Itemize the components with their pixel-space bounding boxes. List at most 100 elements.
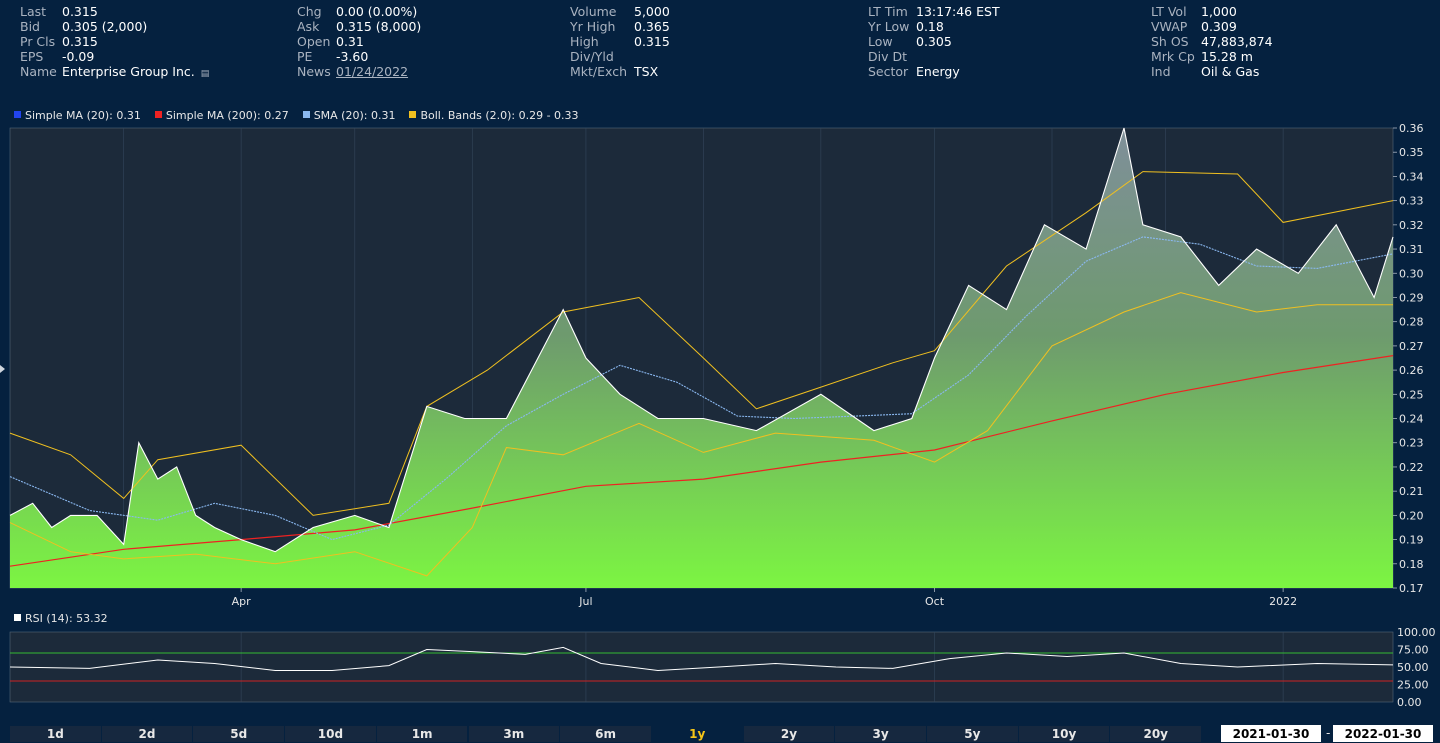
quote-column: Chg 0.00 (0.00%) Ask 0.315 (8,000) Open 0.31 P… bbox=[297, 4, 421, 79]
quote-field-value: 0.315 bbox=[62, 4, 98, 19]
range-button-6m[interactable]: 6m bbox=[560, 726, 652, 742]
range-button-10d[interactable]: 10d bbox=[285, 726, 377, 742]
quote-field-value: 47,883,874 bbox=[1201, 34, 1273, 49]
quote-field: Low 0.305 bbox=[868, 34, 1000, 49]
quote-field-label: Open bbox=[297, 34, 331, 49]
quote-field-label: LT Tim bbox=[868, 4, 908, 19]
quote-field-value: 0.31 bbox=[336, 34, 364, 49]
rsi-legend-swatch bbox=[14, 614, 21, 621]
legend-swatch bbox=[302, 111, 310, 118]
quote-field-value: TSX bbox=[634, 64, 659, 79]
legend-swatch bbox=[154, 111, 162, 118]
x-tick-label: Apr bbox=[232, 595, 252, 608]
y-tick-label: 0.18 bbox=[1399, 558, 1424, 571]
quote-field-value: 0.315 bbox=[634, 34, 670, 49]
date-range-separator: - bbox=[1326, 726, 1331, 740]
quote-field: Open 0.31 bbox=[297, 34, 421, 49]
price-chart[interactable]: 0.36 0.35 0.34 0.33 0.32 0.31 0.30 0.29 0.28 0.27… bbox=[0, 118, 1440, 608]
quote-field-value: -0.09 bbox=[62, 49, 95, 64]
quote-field-label: Volume bbox=[570, 4, 617, 19]
quote-field-value: 0.18 bbox=[916, 19, 944, 34]
y-tick-label: 0.34 bbox=[1399, 170, 1424, 183]
quote-column: Volume 5,000 Yr High 0.365 High 0.315 Div/Yld M… bbox=[570, 4, 670, 79]
end-date-input[interactable]: 2022-01-30 bbox=[1333, 725, 1433, 742]
quote-field: Pr Cls 0.315 bbox=[20, 34, 209, 49]
quote-field: Name Enterprise Group Inc. ▤ bbox=[20, 64, 209, 79]
y-tick-label: 0.27 bbox=[1399, 340, 1424, 353]
y-tick-label: 0.28 bbox=[1399, 316, 1424, 329]
y-tick-label: 0.35 bbox=[1399, 146, 1424, 159]
quote-field: Bid 0.305 (2,000) bbox=[20, 19, 209, 34]
rsi-y-tick-label: 100.00 bbox=[1397, 626, 1436, 639]
quote-field: PE -3.60 bbox=[297, 49, 421, 64]
quote-field: Yr Low 0.18 bbox=[868, 19, 1000, 34]
rsi-y-tick-label: 75.00 bbox=[1397, 644, 1429, 657]
quote-field: Chg 0.00 (0.00%) bbox=[297, 4, 421, 19]
y-tick-label: 0.33 bbox=[1399, 195, 1424, 208]
quote-field-label: Mkt/Exch bbox=[570, 64, 628, 79]
quote-field: Sh OS 47,883,874 bbox=[1151, 34, 1273, 49]
y-tick-label: 0.19 bbox=[1399, 534, 1424, 547]
rsi-y-tick-label: 0.00 bbox=[1397, 696, 1422, 709]
quote-field-label: Last bbox=[20, 4, 47, 19]
range-button-1m[interactable]: 1m bbox=[376, 726, 469, 742]
range-button-2y[interactable]: 2y bbox=[743, 726, 836, 742]
y-tick-label: 0.26 bbox=[1399, 364, 1424, 377]
quote-column: LT Vol 1,000 VWAP 0.309 Sh OS 47,883,874 Mrk C… bbox=[1151, 4, 1273, 79]
quote-field-value: Oil & Gas bbox=[1201, 64, 1260, 79]
y-tick-label: 0.23 bbox=[1399, 437, 1424, 450]
quote-field-value: Energy bbox=[916, 64, 960, 79]
y-tick-label: 0.31 bbox=[1399, 243, 1424, 256]
quote-field-value: 0.315 (8,000) bbox=[336, 19, 422, 34]
quote-field-label: VWAP bbox=[1151, 19, 1188, 34]
y-tick-label: 0.24 bbox=[1399, 413, 1424, 426]
x-tick-label: Oct bbox=[925, 595, 945, 608]
range-button-5y[interactable]: 5y bbox=[927, 726, 1019, 742]
quote-field: Ask 0.315 (8,000) bbox=[297, 19, 421, 34]
rsi-chart[interactable]: 100.00 75.00 50.00 25.00 0.00 bbox=[0, 624, 1440, 724]
quote-field-value: 13:17:46 EST bbox=[916, 4, 1000, 19]
quote-field-label: Name bbox=[20, 64, 57, 79]
quote-field-label: Low bbox=[868, 34, 893, 49]
news-link[interactable]: 01/24/2022 bbox=[336, 64, 408, 79]
quote-field-label: PE bbox=[297, 49, 313, 64]
quote-field: High 0.315 bbox=[570, 34, 670, 49]
y-tick-label: 0.30 bbox=[1399, 267, 1424, 280]
range-button-1d[interactable]: 1d bbox=[10, 726, 102, 742]
quote-field-label: Pr Cls bbox=[20, 34, 56, 49]
quote-field: Volume 5,000 bbox=[570, 4, 670, 19]
quote-field: Last 0.315 bbox=[20, 4, 209, 19]
quote-field-label: Ask bbox=[297, 19, 320, 34]
quote-field-value: 0.00 (0.00%) bbox=[336, 4, 418, 19]
range-button-2d[interactable]: 2d bbox=[101, 726, 194, 742]
chart-icon[interactable]: ▤ bbox=[201, 69, 210, 79]
range-button-3y[interactable]: 3y bbox=[835, 726, 927, 742]
quote-field-value: 0.305 bbox=[916, 34, 952, 49]
rsi-y-tick-label: 25.00 bbox=[1397, 679, 1429, 692]
range-selector: 1d 2d 5d 10d 1m 3m 6m 1y 2y 3y 5y 10y 20y bbox=[10, 726, 1410, 742]
quote-field: LT Vol 1,000 bbox=[1151, 4, 1273, 19]
quote-column: Last 0.315 Bid 0.305 (2,000) Pr Cls 0.315 EPS -… bbox=[20, 4, 209, 79]
quote-field-value: -3.60 bbox=[336, 49, 369, 64]
quote-field-value: 15.28 m bbox=[1201, 49, 1253, 64]
scroll-left-arrow-icon[interactable] bbox=[0, 365, 5, 373]
quote-field-label: EPS bbox=[20, 49, 44, 64]
range-button-3m[interactable]: 3m bbox=[468, 726, 561, 742]
quote-field: Mkt/Exch TSX bbox=[570, 64, 670, 79]
quote-field-label: Div Dt bbox=[868, 49, 907, 64]
range-button-20y[interactable]: 20y bbox=[1110, 726, 1203, 742]
quote-field: Ind Oil & Gas bbox=[1151, 64, 1273, 79]
range-button-10y[interactable]: 10y bbox=[1018, 726, 1111, 742]
y-tick-label: 0.32 bbox=[1399, 219, 1424, 232]
y-tick-label: 0.36 bbox=[1399, 122, 1424, 135]
quote-field-label: Yr High bbox=[570, 19, 616, 34]
quote-field-value: 0.305 (2,000) bbox=[62, 19, 148, 34]
range-button-1y[interactable]: 1y bbox=[652, 726, 744, 742]
quote-column: LT Tim 13:17:46 EST Yr Low 0.18 Low 0.305 Div … bbox=[868, 4, 1000, 79]
range-button-5d[interactable]: 5d bbox=[193, 726, 286, 742]
quote-field: Sector Energy bbox=[868, 64, 1000, 79]
quote-field: Div Dt bbox=[868, 49, 1000, 64]
quote-field-label: LT Vol bbox=[1151, 4, 1187, 19]
quote-field-value: 1,000 bbox=[1201, 4, 1237, 19]
start-date-input[interactable]: 2021-01-30 bbox=[1221, 725, 1321, 742]
